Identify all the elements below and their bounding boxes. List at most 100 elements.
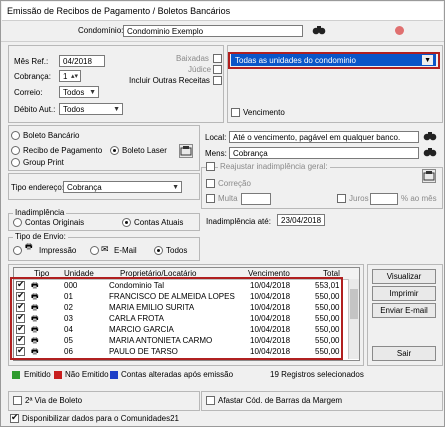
correio-label: Correio: bbox=[14, 88, 43, 97]
boleto-laser-label: Boleto Laser bbox=[122, 146, 167, 155]
debito-select[interactable]: Todos ▼ bbox=[59, 103, 123, 115]
inadimplencia-ate-label: Inadimplência até: bbox=[206, 217, 271, 226]
correcao-label: Correção bbox=[218, 179, 251, 188]
outras-receitas-checkbox[interactable] bbox=[213, 76, 222, 85]
disponibilizar-label: Disponibilizar dados para o Comunidades2… bbox=[22, 414, 179, 423]
unidades-select[interactable]: Todas as unidades do condominio ▼ bbox=[231, 54, 436, 66]
ao-mes-label: % ao mês bbox=[401, 194, 437, 203]
reajustar-checkbox[interactable] bbox=[206, 162, 215, 171]
recibo-label: Recibo de Pagamento bbox=[23, 146, 103, 155]
binoculars-icon[interactable] bbox=[312, 24, 326, 38]
enviar-email-button[interactable]: Enviar E-mail bbox=[372, 303, 436, 318]
contas-originais-label: Contas Originais bbox=[25, 218, 85, 227]
afastar-label: Afastar Cód. de Barras da Margem bbox=[218, 396, 343, 405]
judice-label: Júdice bbox=[188, 65, 212, 74]
juros-field[interactable] bbox=[370, 193, 398, 205]
boleto-laser-radio[interactable] bbox=[110, 146, 119, 155]
multa-checkbox[interactable] bbox=[206, 194, 215, 203]
nao-emitido-swatch bbox=[54, 371, 62, 379]
chevron-down-icon[interactable]: ▼ bbox=[113, 104, 120, 114]
scrollbar-thumb[interactable] bbox=[350, 289, 358, 319]
email-radio[interactable] bbox=[90, 246, 99, 255]
cobranca-field[interactable]: 1 ▴▾ bbox=[59, 70, 81, 82]
vencimento-label: Vencimento bbox=[243, 108, 285, 117]
email-label: E-Mail bbox=[114, 246, 137, 255]
config-icon[interactable] bbox=[179, 144, 193, 158]
binoculars-icon[interactable] bbox=[423, 146, 437, 160]
group-print-radio[interactable] bbox=[11, 158, 20, 167]
group-print-label: Group Print bbox=[23, 158, 64, 167]
boleto-bancario-radio[interactable] bbox=[11, 131, 20, 140]
chevron-down-icon[interactable]: ▼ bbox=[89, 87, 96, 97]
imprimir-button[interactable]: Imprimir bbox=[372, 286, 436, 301]
unidades-value: Todas as unidades do condominio bbox=[235, 56, 356, 65]
vencimento-checkbox[interactable] bbox=[231, 108, 240, 117]
debito-label: Débito Aut.: bbox=[14, 105, 56, 114]
impressao-radio[interactable] bbox=[13, 246, 22, 255]
condominio-field[interactable]: Condominio Exemplo bbox=[123, 25, 303, 37]
contas-atuais-label: Contas Atuais bbox=[134, 218, 184, 227]
local-field[interactable]: Até o vencimento, pagável em qualquer ba… bbox=[229, 131, 419, 143]
mes-ref-label: Mês Ref.: bbox=[14, 57, 49, 66]
cobranca-value: 1 bbox=[63, 72, 68, 81]
recibo-radio[interactable] bbox=[11, 146, 20, 155]
printer-icon: 🖶 bbox=[25, 242, 33, 251]
alteradas-label: Contas alteradas após emissão bbox=[121, 370, 234, 379]
afastar-checkbox[interactable] bbox=[206, 396, 215, 405]
reajustar-label: Reajustar inadimplência geral: bbox=[218, 162, 330, 171]
baixadas-label: Baixadas bbox=[176, 54, 209, 63]
multa-label: Multa bbox=[218, 194, 238, 203]
record-icon[interactable] bbox=[395, 26, 404, 35]
mail-icon: ✉ bbox=[101, 244, 109, 254]
tipo-endereco-label: Tipo endereço: bbox=[11, 183, 65, 192]
segunda-via-checkbox[interactable] bbox=[13, 396, 22, 405]
nao-emitido-label: Não Emitido bbox=[65, 370, 109, 379]
visualizar-button[interactable]: Visualizar bbox=[372, 269, 436, 284]
sair-button[interactable]: Sair bbox=[372, 346, 436, 361]
mens-label: Mens: bbox=[205, 149, 227, 158]
emitido-swatch bbox=[12, 371, 20, 379]
config-icon[interactable] bbox=[422, 169, 436, 183]
juros-label: Juros bbox=[349, 194, 369, 203]
condominio-label: Condomínio: bbox=[78, 26, 124, 35]
correio-select[interactable]: Todos ▼ bbox=[59, 86, 99, 98]
todos-radio[interactable] bbox=[154, 246, 163, 255]
contas-originais-radio[interactable] bbox=[13, 218, 22, 227]
todos-label: Todos bbox=[166, 246, 188, 255]
emitido-label: Emitido bbox=[24, 370, 51, 379]
baixadas-checkbox[interactable] bbox=[213, 54, 222, 63]
table-scrollbar[interactable] bbox=[348, 279, 359, 359]
correcao-checkbox[interactable] bbox=[206, 179, 215, 188]
inadimplencia-title: Inadimplência bbox=[13, 208, 67, 217]
chevron-down-icon[interactable]: ▼ bbox=[422, 55, 433, 65]
binoculars-icon[interactable] bbox=[423, 130, 437, 144]
juros-checkbox[interactable] bbox=[337, 194, 346, 203]
correio-value: Todos bbox=[63, 88, 85, 97]
multa-field[interactable] bbox=[241, 193, 271, 205]
cobranca-label: Cobrança: bbox=[14, 72, 51, 81]
highlight-frame bbox=[10, 277, 343, 360]
mens-field[interactable]: Cobrança bbox=[229, 147, 419, 159]
debito-value: Todos bbox=[63, 105, 85, 114]
envio-title: Tipo de Envio: bbox=[13, 232, 68, 241]
mes-ref-field[interactable]: 04/2018 bbox=[59, 55, 105, 67]
contas-atuais-radio[interactable] bbox=[122, 218, 131, 227]
inadimplencia-ate-field[interactable]: 23/04/2018 bbox=[277, 214, 325, 226]
divider bbox=[1, 41, 444, 42]
tipo-endereco-value: Cobrança bbox=[67, 183, 102, 192]
tipo-endereco-select[interactable]: Cobrança ▼ bbox=[63, 181, 182, 193]
spin-icon[interactable]: ▴▾ bbox=[71, 71, 78, 81]
outras-receitas-label: Incluir Outras Receitas bbox=[129, 76, 210, 85]
registros-count: 19 Registros selecionados bbox=[270, 370, 364, 379]
alteradas-swatch bbox=[110, 371, 118, 379]
window-title: Emissão de Recibos de Pagamento / Boleto… bbox=[7, 6, 231, 16]
judice-checkbox[interactable] bbox=[213, 65, 222, 74]
main-window: Emissão de Recibos de Pagamento / Boleto… bbox=[0, 0, 445, 427]
impressao-label: Impressão bbox=[39, 246, 77, 255]
title-bar: Emissão de Recibos de Pagamento / Boleto… bbox=[2, 2, 443, 21]
segunda-via-label: 2ª Via de Boleto bbox=[25, 396, 83, 405]
chevron-down-icon[interactable]: ▼ bbox=[172, 182, 179, 192]
disponibilizar-checkbox[interactable] bbox=[10, 412, 19, 423]
local-label: Local: bbox=[205, 133, 227, 142]
boleto-bancario-label: Boleto Bancário bbox=[23, 131, 80, 140]
